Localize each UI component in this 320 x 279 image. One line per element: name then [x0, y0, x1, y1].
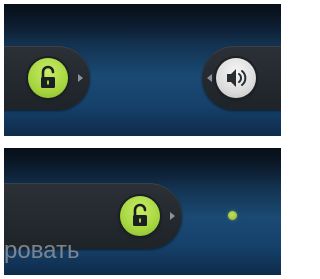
slide-left-arrow-icon — [207, 74, 212, 82]
slide-right-arrow-icon — [78, 74, 83, 82]
unlocked-padlock-icon — [41, 65, 55, 88]
lockscreen-top-panel — [4, 4, 281, 136]
unlock-slider-tab[interactable] — [4, 46, 90, 110]
unlock-knob[interactable] — [120, 196, 160, 236]
target-dot-icon — [228, 211, 237, 220]
speaker-icon — [227, 69, 247, 87]
sound-toggle-knob[interactable] — [216, 58, 256, 98]
sound-slider-tab[interactable] — [202, 46, 281, 110]
unlock-slider-dragging[interactable]: ровать — [4, 183, 182, 264]
lockscreen-bottom-panel: ровать — [4, 148, 281, 275]
unlocked-padlock-icon — [133, 203, 147, 226]
lockscreen-slider-screenshot: ровать — [0, 0, 285, 279]
slide-right-arrow-icon — [170, 212, 175, 220]
slide-to-unlock-label: ровать — [4, 237, 80, 264]
unlock-knob[interactable] — [28, 58, 68, 98]
